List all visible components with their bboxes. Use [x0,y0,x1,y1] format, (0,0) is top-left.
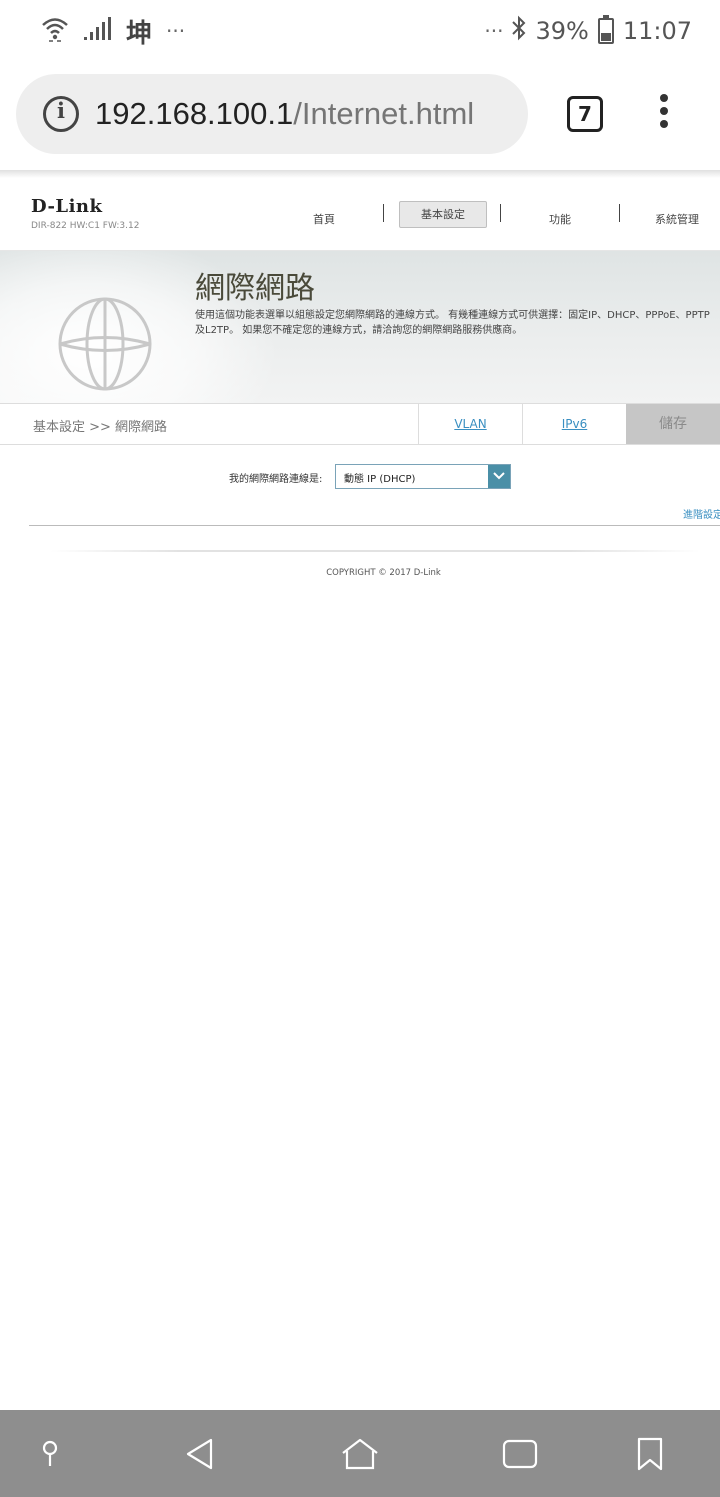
bluetooth-icon [511,15,527,47]
tab-switcher-button[interactable]: 7 [567,96,603,132]
status-bar: 坤 ··· ··· 39% 11:07 [0,0,720,62]
connection-type-select[interactable]: 動態 IP (DHCP) [335,464,511,489]
connection-type-label: 我的網際網路連線是: [229,474,323,485]
wifi-icon [40,14,70,48]
status-left: 坤 ··· [40,12,185,50]
signal-icon [84,17,112,45]
copyright: COPYRIGHT © 2017 D-Link [326,568,441,578]
save-button[interactable]: 儲存 [626,404,720,444]
nav-home[interactable]: 首頁 [313,211,335,227]
url-host: 192.168.100.1 [95,96,294,131]
address-bar[interactable]: 192.168.100.1/Internet.html [16,74,528,154]
nav-admin[interactable]: 系統管理 [655,211,699,227]
footer-divider [50,550,700,552]
ipv6-link[interactable]: IPv6 [562,417,588,431]
url-text[interactable]: 192.168.100.1/Internet.html [95,96,474,132]
vlan-link[interactable]: VLAN [454,417,486,431]
recent-apps-icon[interactable] [498,1410,542,1497]
globe-icon [56,295,154,397]
divider [29,525,720,526]
url-path: /Internet.html [293,96,475,131]
bookmark-icon[interactable] [630,1410,670,1497]
page-description: 使用這個功能表選單以組態設定您網際網路的連線方式。 有幾種連線方式可供選擇：固定… [195,310,710,336]
status-dots: ··· [484,19,504,43]
page-title: 網際網路 [195,271,315,306]
nav-basic-settings[interactable]: 基本設定 [399,201,487,228]
nav-features[interactable]: 功能 [549,211,571,227]
browser-toolbar: 192.168.100.1/Internet.html 7 [0,62,720,170]
chevron-down-icon[interactable] [488,465,510,488]
notification-dots: ··· [166,19,186,43]
breadcrumb-bar: 基本設定 >> 網際網路 VLAN IPv6 儲存 [0,403,720,445]
dlink-logo[interactable]: D-Link [31,196,102,217]
pin-icon[interactable] [30,1410,70,1497]
hardware-info: DIR-822 HW:C1 FW:3.12 [31,221,140,231]
info-icon[interactable] [43,96,79,132]
nav-divider [500,204,501,222]
advanced-settings-link[interactable]: 進階設定 [683,506,720,521]
system-nav-bar [0,1410,720,1497]
breadcrumb: 基本設定 >> 網際網路 [33,420,168,435]
battery-icon [597,15,614,44]
toolbar-shadow [0,170,720,178]
nav-divider [383,204,384,222]
status-right: ··· 39% 11:07 [484,12,692,50]
clock: 11:07 [622,17,692,45]
router-header: D-Link DIR-822 HW:C1 FW:3.12 首頁 基本設定 功能 … [0,178,720,251]
battery-percent: 39% [535,17,589,45]
page-banner: 網際網路 使用這個功能表選單以組態設定您網際網路的連線方式。 有幾種連線方式可供… [0,251,720,403]
home-icon[interactable] [338,1410,382,1497]
tab-vlan[interactable]: VLAN [418,404,522,444]
tab-ipv6[interactable]: IPv6 [522,404,626,444]
nav-divider [619,204,620,222]
connection-type-value: 動態 IP (DHCP) [344,474,416,485]
carrier-glyph: 坤 [126,18,153,49]
back-icon[interactable] [180,1410,220,1497]
overflow-menu-icon[interactable] [654,94,674,134]
